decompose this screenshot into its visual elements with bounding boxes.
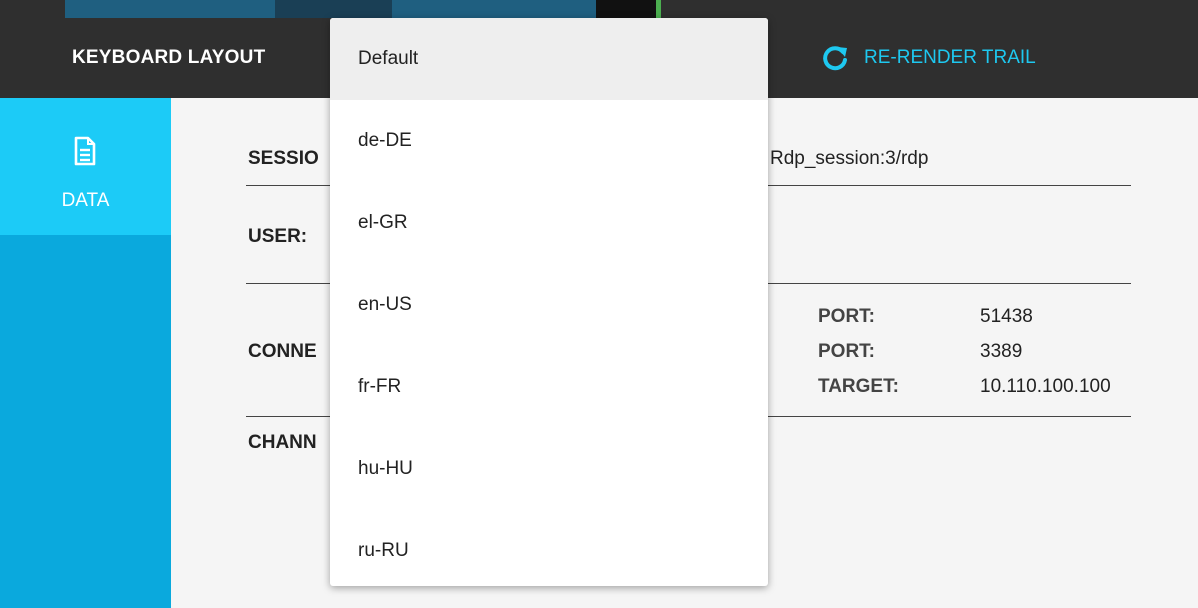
keyboard-layout-dropdown: Default de-DE el-GR en-US fr-FR hu-HU ru… bbox=[330, 18, 768, 586]
target-value: 10.110.100.100 bbox=[980, 376, 1111, 397]
target-label: TARGET: bbox=[818, 376, 899, 397]
channels-label: CHANN bbox=[248, 432, 317, 453]
rerender-trail-label: RE-RENDER TRAIL bbox=[864, 47, 1036, 68]
top-tab-segment bbox=[275, 0, 392, 18]
status-indicator bbox=[656, 0, 661, 18]
port-value: 3389 bbox=[980, 341, 1023, 362]
dropdown-option-label: de-DE bbox=[358, 130, 412, 151]
dropdown-option-label: fr-FR bbox=[358, 376, 402, 397]
top-strip bbox=[0, 0, 1198, 18]
keyboard-layout-label[interactable]: KEYBOARD LAYOUT bbox=[72, 47, 265, 69]
dropdown-option-de-de[interactable]: de-DE bbox=[330, 100, 768, 182]
document-icon bbox=[74, 136, 96, 166]
dropdown-option-ru-ru[interactable]: ru-RU bbox=[330, 510, 768, 586]
sidebar: DATA bbox=[0, 98, 171, 608]
port-label: PORT: bbox=[818, 306, 875, 327]
dropdown-option-el-gr[interactable]: el-GR bbox=[330, 182, 768, 264]
dropdown-option-en-us[interactable]: en-US bbox=[330, 264, 768, 346]
dropdown-option-label: hu-HU bbox=[358, 458, 413, 479]
dropdown-option-fr-fr[interactable]: fr-FR bbox=[330, 346, 768, 428]
top-tab-segment bbox=[392, 0, 596, 18]
top-tab-segment bbox=[596, 0, 656, 18]
top-tab-segment bbox=[65, 0, 275, 18]
user-label: USER: bbox=[248, 226, 308, 247]
dropdown-option-default[interactable]: Default bbox=[330, 18, 768, 100]
dropdown-option-label: en-US bbox=[358, 294, 412, 315]
dropdown-option-label: ru-RU bbox=[358, 540, 409, 561]
session-value: Rdp_session:3/rdp bbox=[770, 148, 929, 169]
dropdown-option-label: Default bbox=[358, 48, 419, 69]
port-label: PORT: bbox=[818, 341, 875, 362]
sidebar-tab-data[interactable]: DATA bbox=[0, 98, 171, 235]
port-value: 51438 bbox=[980, 306, 1033, 327]
dropdown-option-hu-hu[interactable]: hu-HU bbox=[330, 428, 768, 510]
refresh-icon bbox=[823, 46, 847, 71]
connection-label: CONNE bbox=[248, 341, 317, 362]
dropdown-option-label: el-GR bbox=[358, 212, 408, 233]
rerender-trail-button[interactable]: RE-RENDER TRAIL bbox=[820, 36, 1036, 80]
sidebar-tab-label: DATA bbox=[61, 190, 110, 211]
session-label: SESSIO bbox=[248, 148, 319, 169]
